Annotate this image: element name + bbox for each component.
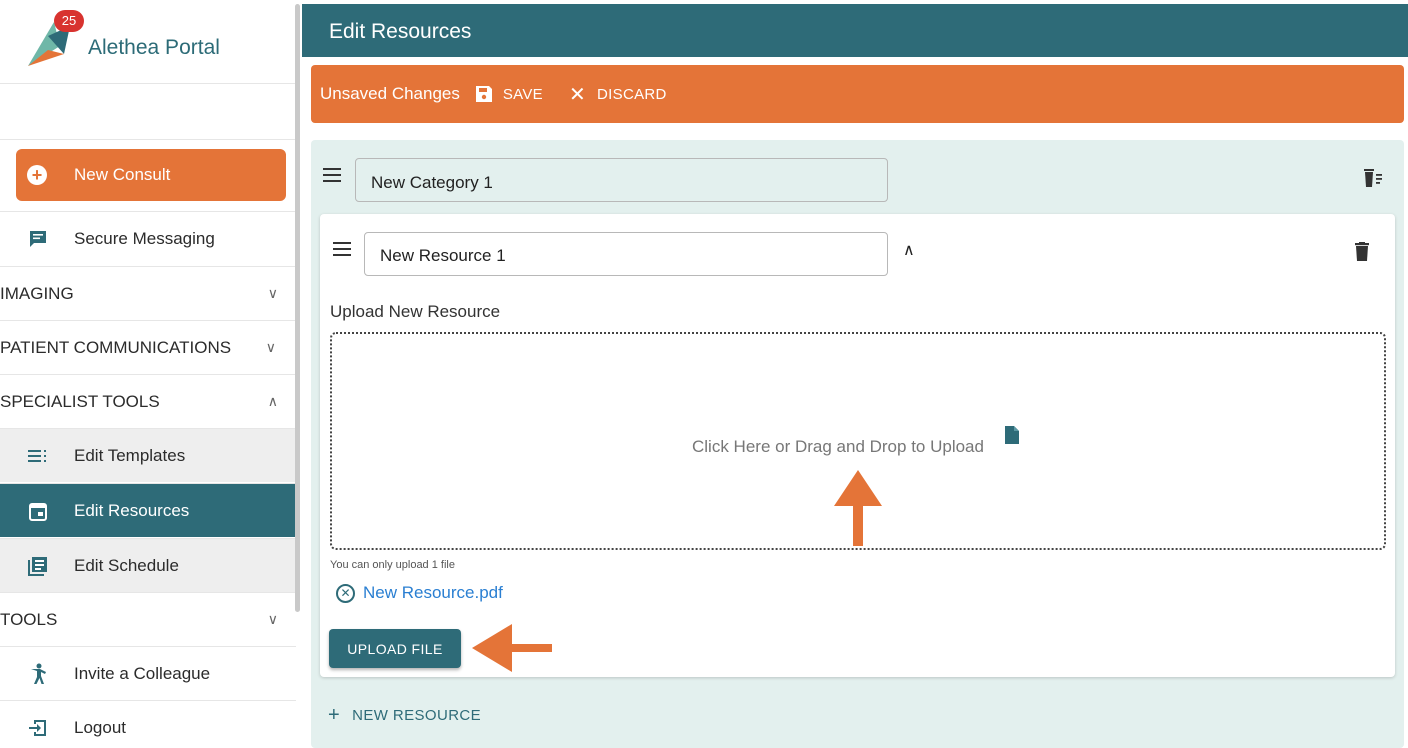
calendar-icon bbox=[27, 500, 49, 522]
message-icon bbox=[27, 228, 49, 250]
plus-icon: + bbox=[328, 704, 341, 726]
sidebar-section-label: SPECIALIST TOOLS bbox=[0, 391, 160, 411]
upload-file-button[interactable]: UPLOAD FILE bbox=[329, 629, 461, 668]
upload-label: Upload New Resource bbox=[330, 302, 501, 321]
uploaded-file: ✕ New Resource.pdf bbox=[336, 583, 503, 603]
save-button[interactable]: SAVE bbox=[475, 85, 543, 103]
logout-icon bbox=[27, 717, 49, 739]
sidebar-section-specialist-tools[interactable]: SPECIALIST TOOLS ∧ bbox=[0, 374, 296, 428]
upload-hint: You can only upload 1 file bbox=[330, 559, 455, 571]
new-consult-button[interactable]: + New Consult bbox=[16, 149, 286, 201]
chevron-down-icon: ∨ bbox=[265, 339, 276, 355]
resource-name-input[interactable]: New Resource 1 bbox=[364, 232, 888, 276]
discard-label: DISCARD bbox=[597, 85, 667, 103]
sidebar-spacer bbox=[0, 84, 296, 140]
sidebar-section-label: IMAGING bbox=[0, 283, 74, 303]
save-icon bbox=[475, 86, 492, 102]
new-consult-label: New Consult bbox=[74, 165, 171, 184]
discard-button[interactable]: ✕ DISCARD bbox=[569, 82, 667, 107]
new-resource-label: NEW RESOURCE bbox=[352, 707, 482, 724]
file-name-link[interactable]: New Resource.pdf bbox=[363, 583, 503, 603]
sidebar-section-label: TOOLS bbox=[0, 609, 58, 629]
chevron-down-icon: ∨ bbox=[267, 611, 278, 627]
remove-file-icon[interactable]: ✕ bbox=[336, 583, 355, 603]
list-icon bbox=[27, 445, 49, 467]
sidebar-item-label: Edit Resources bbox=[74, 500, 190, 520]
drag-handle-icon[interactable] bbox=[333, 242, 351, 256]
sidebar-item-label: Secure Messaging bbox=[74, 228, 215, 248]
annotation-arrow-up-icon bbox=[834, 470, 882, 546]
chevron-up-icon: ∧ bbox=[267, 393, 278, 409]
sidebar-item-label: Edit Schedule bbox=[74, 555, 179, 575]
annotation-arrow-left-icon bbox=[472, 624, 552, 672]
chevron-down-icon: ∨ bbox=[267, 285, 278, 301]
save-label: SAVE bbox=[502, 85, 543, 103]
delete-resource-icon[interactable] bbox=[1355, 242, 1369, 262]
sidebar-item-invite-colleague[interactable]: Invite a Colleague bbox=[0, 646, 296, 700]
app-root: 25 Alethea Portal + New Consult Secure M… bbox=[0, 0, 1408, 748]
dropzone-text: Click Here or Drag and Drop to Upload bbox=[692, 437, 984, 456]
page-header: Edit Resources bbox=[302, 4, 1408, 57]
notification-badge[interactable]: 25 bbox=[54, 10, 84, 32]
plus-circle-icon: + bbox=[27, 165, 47, 185]
sidebar: 25 Alethea Portal + New Consult Secure M… bbox=[0, 0, 296, 748]
new-resource-button[interactable]: + NEW RESOURCE bbox=[328, 704, 481, 727]
person-icon bbox=[27, 663, 49, 685]
sidebar-item-edit-schedule[interactable]: Edit Schedule bbox=[0, 538, 296, 592]
unsaved-changes-bar: Unsaved Changes SAVE ✕ DISCARD bbox=[311, 65, 1404, 123]
sidebar-item-secure-messaging[interactable]: Secure Messaging bbox=[0, 211, 296, 265]
sidebar-item-label: Edit Templates bbox=[74, 445, 186, 465]
sidebar-scrollbar[interactable] bbox=[295, 4, 300, 612]
app-title: Alethea Portal bbox=[88, 36, 220, 59]
sidebar-item-logout[interactable]: Logout bbox=[0, 700, 296, 748]
sidebar-item-label: Invite a Colleague bbox=[74, 663, 211, 683]
sidebar-section-label: PATIENT COMMUNICATIONS bbox=[0, 337, 232, 357]
page-title: Edit Resources bbox=[329, 20, 472, 43]
unsaved-message: Unsaved Changes bbox=[320, 84, 460, 103]
sidebar-section-patient-communications[interactable]: PATIENT COMMUNICATIONS ∨ bbox=[0, 320, 296, 374]
drag-handle-icon[interactable] bbox=[323, 168, 341, 182]
category-name-input[interactable]: New Category 1 bbox=[355, 158, 888, 202]
sidebar-section-tools[interactable]: TOOLS ∨ bbox=[0, 592, 296, 646]
sidebar-item-label: Logout bbox=[74, 717, 126, 737]
schedule-icon bbox=[27, 555, 49, 577]
close-icon: ✕ bbox=[568, 83, 587, 106]
file-icon bbox=[1005, 426, 1019, 444]
sidebar-section-imaging[interactable]: IMAGING ∨ bbox=[0, 266, 296, 320]
sidebar-item-edit-resources[interactable]: Edit Resources bbox=[0, 483, 296, 537]
delete-category-icon[interactable] bbox=[1362, 168, 1384, 188]
logo-area: 25 Alethea Portal bbox=[0, 0, 296, 84]
sidebar-item-edit-templates[interactable]: Edit Templates bbox=[0, 428, 296, 482]
chevron-up-icon[interactable]: ∧ bbox=[903, 240, 915, 260]
